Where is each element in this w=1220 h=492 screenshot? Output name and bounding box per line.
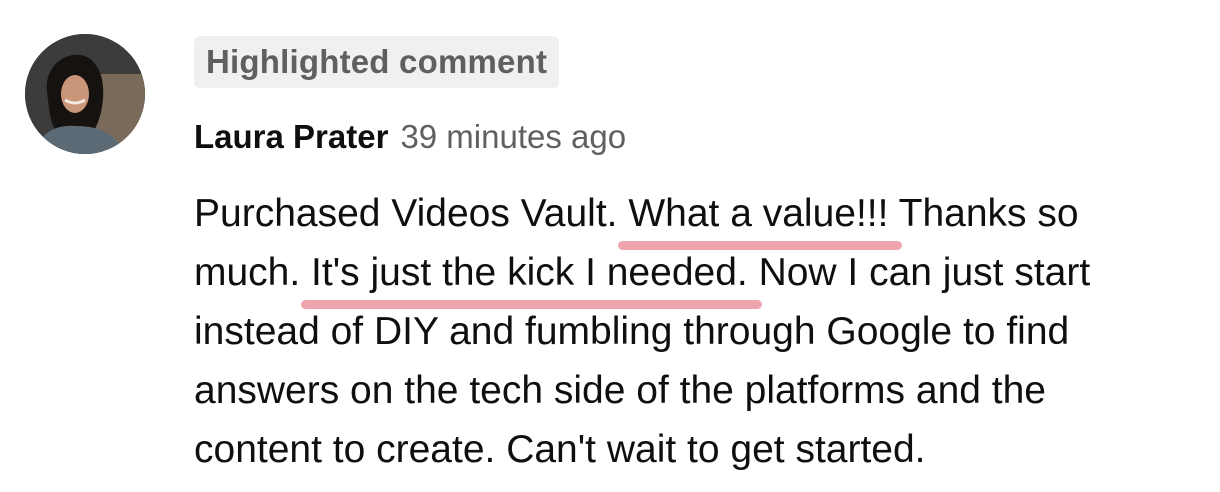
badge-label: Highlighted comment — [206, 43, 548, 80]
comment-header: Laura Prater 39 minutes ago — [194, 118, 626, 166]
avatar-photo — [25, 34, 145, 154]
comment-text-segment: Thanks so — [888, 192, 1079, 235]
comment-text: Purchased Videos Vault. What a value!!! … — [194, 184, 1204, 479]
comment-line: instead of DIY and fumbling through Goog… — [194, 310, 1070, 353]
comment-line: content to create. Can't wait to get sta… — [194, 428, 926, 471]
highlighted-phrase: What a value!!! — [618, 184, 903, 250]
comment-timestamp[interactable]: 39 minutes ago — [400, 118, 626, 156]
comment-line: much. It's just the kick I needed. Now I… — [194, 243, 1204, 309]
comment-text-segment: Now I can just start — [747, 251, 1091, 294]
highlighted-comment-badge[interactable]: Highlighted comment — [194, 36, 560, 88]
avatar[interactable] — [25, 34, 145, 154]
comment-text-segment: much. — [194, 251, 312, 294]
highlighted-phrase: It's just the kick I needed. — [301, 243, 762, 309]
comment-text-segment: Purchased Videos Vault. — [194, 192, 629, 235]
comment-author[interactable]: Laura Prater — [194, 118, 388, 156]
comment-line: Purchased Videos Vault. What a value!!! … — [194, 184, 1204, 250]
comment-line: answers on the tech side of the platform… — [194, 369, 1047, 412]
